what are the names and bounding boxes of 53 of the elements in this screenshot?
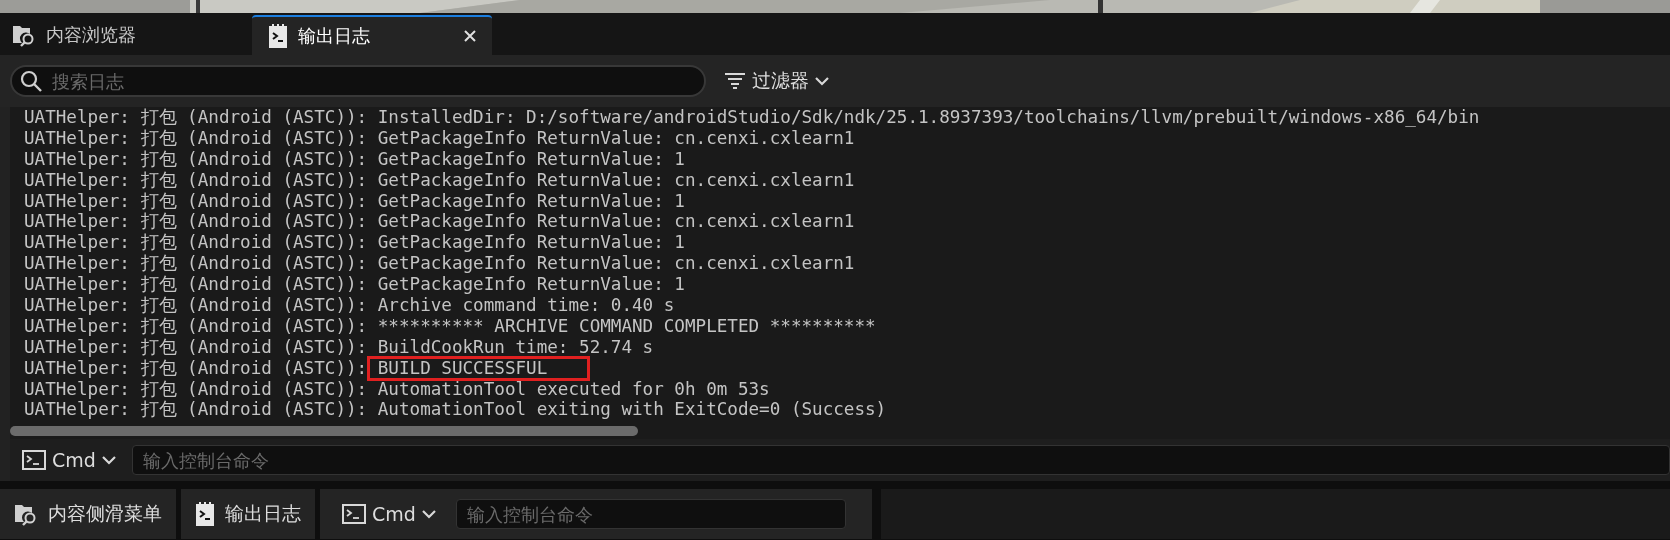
log-message: AutomationTool executed for 0h 0m 53s — [377, 378, 770, 399]
log-source: UATHelper: 打包 (Android (ASTC)): — [24, 274, 368, 295]
panel-tab[interactable]: 输出日志 — [252, 15, 492, 55]
log-source: UATHelper: 打包 (Android (ASTC)): — [24, 357, 368, 378]
log-document-icon — [268, 24, 288, 48]
log-message: BuildCookRun time: 52.74 s — [377, 336, 654, 357]
log-message: AutomationTool exiting with ExitCode=0 (Success) — [377, 399, 887, 420]
log-message: ********** ARCHIVE COMMAND COMPLETED ********** — [377, 315, 876, 336]
close-icon[interactable] — [464, 30, 476, 42]
log-source: UATHelper: 打包 (Android (ASTC)): — [24, 315, 368, 336]
filter-button[interactable]: 过滤器 — [718, 64, 835, 98]
log-message: GetPackageInfo ReturnValue: 1 — [377, 190, 685, 211]
folder-search-icon — [14, 502, 38, 526]
highlighted-log-message: BUILD SUCCESSFUL — [366, 355, 591, 381]
log-message: GetPackageInfo ReturnValue: cn.cenxi.cxlearn1 — [377, 211, 855, 232]
bottom-bar-item[interactable]: 输出日志 — [181, 489, 315, 539]
log-source: UATHelper: 打包 (Android (ASTC)): — [24, 127, 368, 148]
log-source: UATHelper: 打包 (Android (ASTC)): — [24, 295, 368, 315]
log-document-icon — [195, 502, 215, 526]
log-source: UATHelper: 打包 (Android (ASTC)): — [24, 107, 368, 127]
log-source: UATHelper: 打包 (Android (ASTC)): — [24, 399, 368, 420]
log-message: GetPackageInfo ReturnValue: 1 — [377, 274, 685, 295]
console-input-field[interactable]: 输入控制台命令 — [131, 445, 1670, 475]
console-icon — [22, 450, 46, 470]
panel-tab[interactable]: 内容浏览器 — [0, 15, 152, 55]
log-source: UATHelper: 打包 (Android (ASTC)): — [24, 190, 368, 211]
console-input-field[interactable]: 输入控制台命令 — [455, 499, 846, 529]
console-button[interactable]: Cmd — [338, 501, 440, 527]
log-source: UATHelper: 打包 (Android (ASTC)): — [24, 169, 368, 190]
log-message: Archive command time: 0.40 s — [377, 295, 675, 315]
log-source: UATHelper: 打包 (Android (ASTC)): — [24, 148, 368, 169]
scrollbar-thumb[interactable] — [10, 426, 638, 436]
console-button[interactable]: Cmd — [18, 447, 120, 473]
log-source: UATHelper: 打包 (Android (ASTC)): — [24, 253, 368, 274]
log-message: GetPackageInfo ReturnValue: 1 — [377, 232, 685, 253]
log-message: GetPackageInfo ReturnValue: cn.cenxi.cxlearn1 — [377, 169, 855, 190]
bottom-bar-item[interactable]: 内容侧滑菜单 — [0, 489, 176, 539]
search-icon — [20, 70, 42, 92]
log-source: UATHelper: 打包 (Android (ASTC)): — [24, 211, 368, 232]
folder-search-icon — [12, 23, 36, 47]
log-source: UATHelper: 打包 (Android (ASTC)): — [24, 336, 368, 357]
log-source: UATHelper: 打包 (Android (ASTC)): — [24, 378, 368, 399]
chevron-down-icon — [101, 455, 116, 465]
chevron-down-icon — [421, 509, 436, 519]
filter-icon — [724, 72, 746, 90]
log-message: GetPackageInfo ReturnValue: cn.cenxi.cxlearn1 — [377, 127, 855, 148]
chevron-down-icon — [815, 76, 829, 86]
log-source: UATHelper: 打包 (Android (ASTC)): — [24, 232, 368, 253]
log-message: GetPackageInfo ReturnValue: 1 — [377, 148, 685, 169]
search-field[interactable]: 搜索日志 — [10, 65, 706, 97]
console-icon — [342, 504, 366, 524]
log-message: InstalledDir: D:/software/androidStudio/Sdk/ndk/25.1.8937393/toolchains/llvm/prebuilt/windows-x86_64/bin — [377, 107, 1480, 127]
log-message: GetPackageInfo ReturnValue: cn.cenxi.cxlearn1 — [377, 253, 855, 274]
